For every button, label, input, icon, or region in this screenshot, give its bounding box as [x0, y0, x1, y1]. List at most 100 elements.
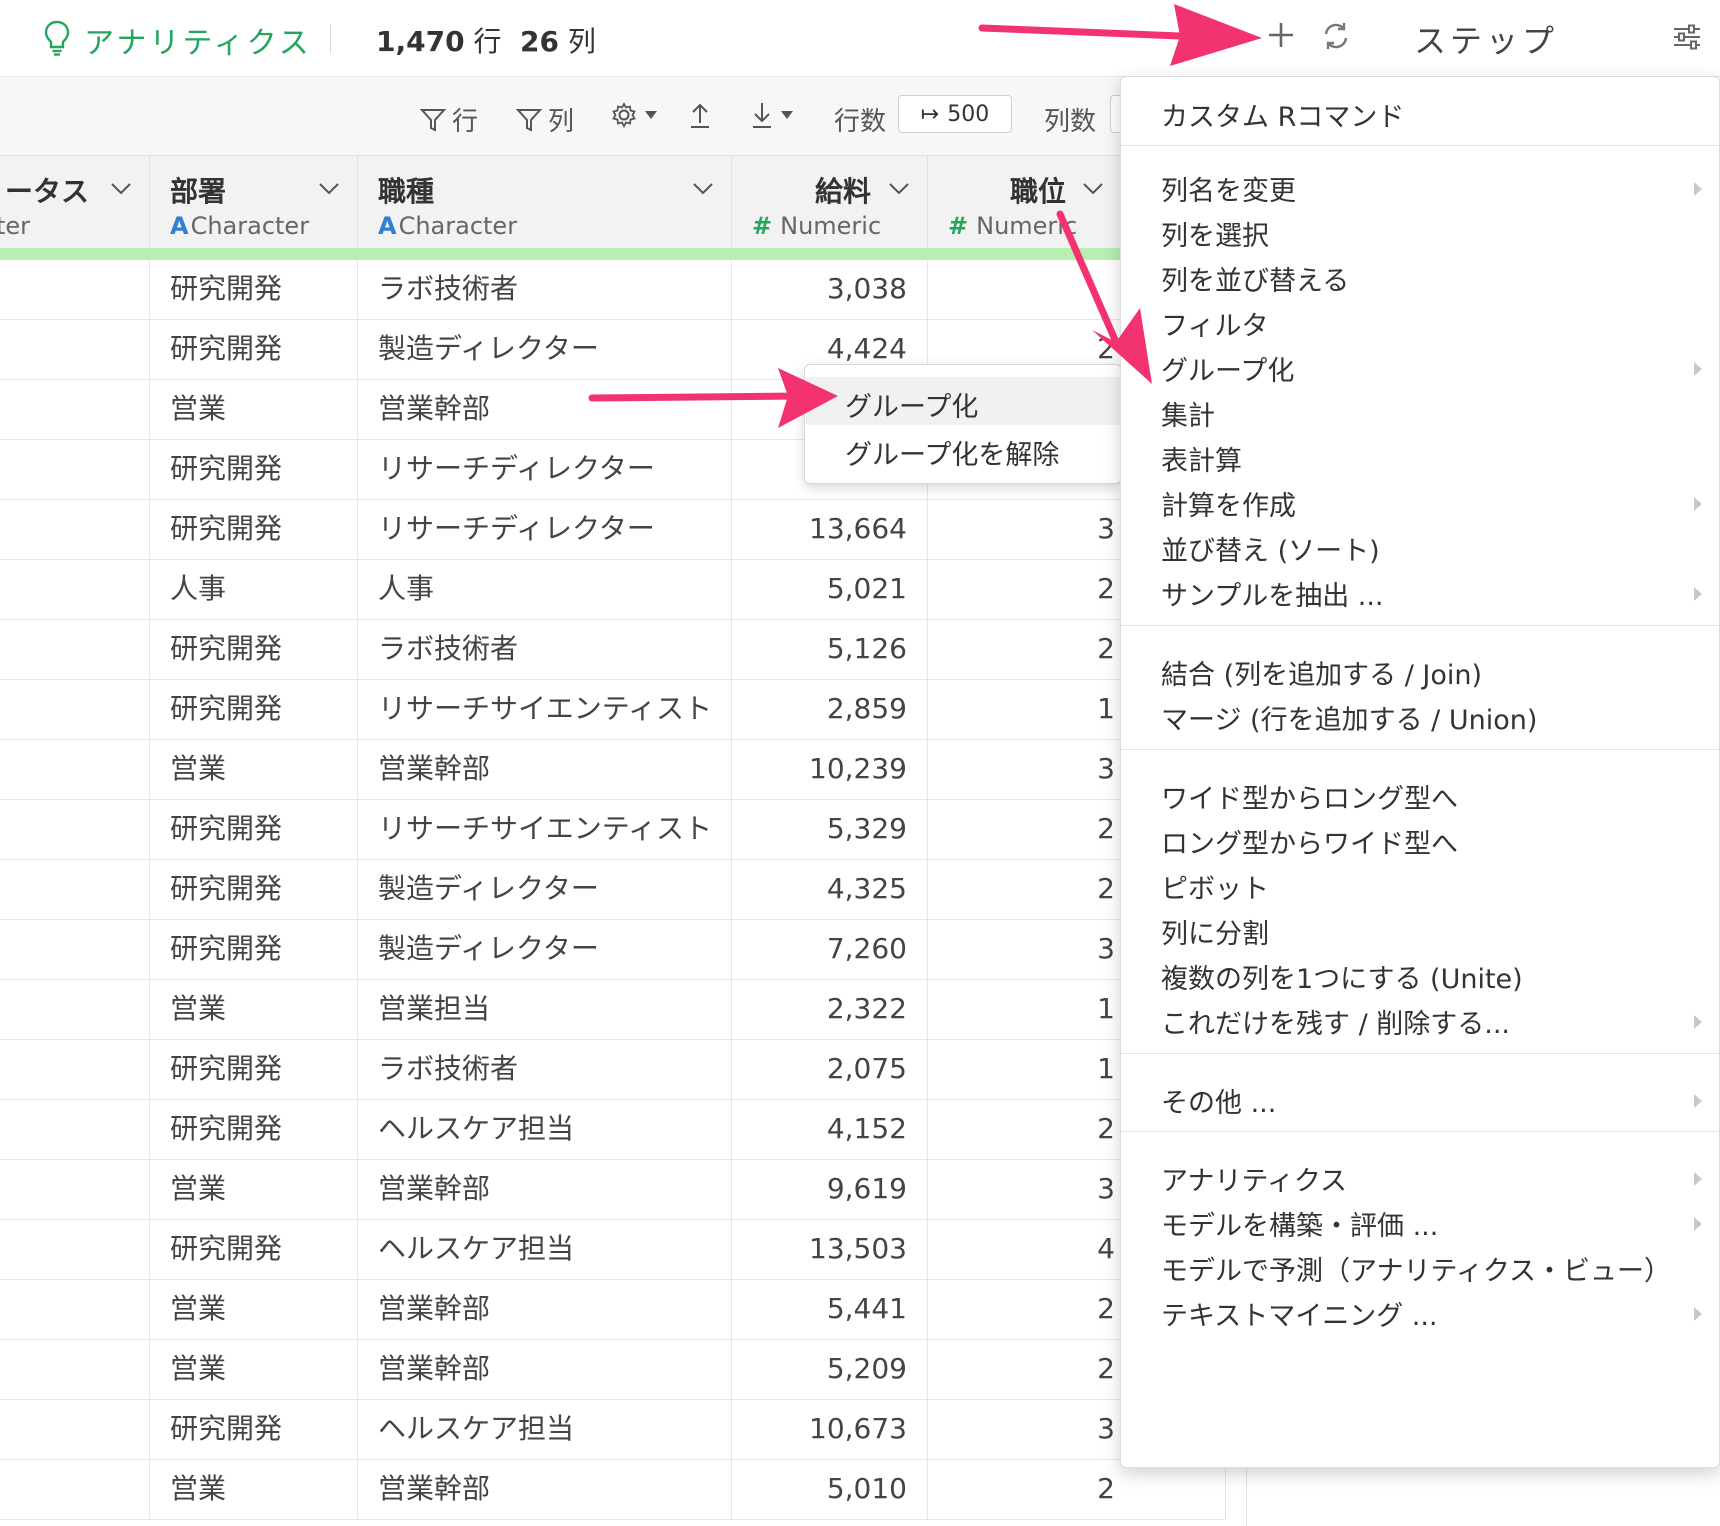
- cell-department[interactable]: 営業: [150, 1340, 358, 1400]
- cell-salary[interactable]: 9,619: [732, 1160, 928, 1220]
- cell-department[interactable]: 研究開発: [150, 1100, 358, 1160]
- settings-dropdown-button[interactable]: [610, 101, 658, 129]
- cell-job[interactable]: 人事: [358, 560, 732, 620]
- cell-salary[interactable]: 5,209: [732, 1340, 928, 1400]
- menu-item-20[interactable]: その他 ...: [1161, 1081, 1276, 1120]
- cell-status[interactable]: [0, 1100, 150, 1160]
- cell-salary[interactable]: 7,260: [732, 920, 928, 980]
- upload-button[interactable]: [688, 101, 712, 129]
- column-header-status[interactable]: ータス ter: [0, 156, 150, 248]
- cell-salary[interactable]: 5,126: [732, 620, 928, 680]
- cell-status[interactable]: [0, 380, 150, 440]
- cell-job[interactable]: ヘルスケア担当: [358, 1400, 732, 1460]
- cell-job[interactable]: リサーチサイエンティスト: [358, 800, 732, 860]
- menu-item-13[interactable]: マージ (行を追加する / Union): [1161, 698, 1537, 737]
- cell-job[interactable]: リサーチサイエンティスト: [358, 680, 732, 740]
- cell-department[interactable]: 研究開発: [150, 1220, 358, 1280]
- cell-status[interactable]: [0, 980, 150, 1040]
- cell-status[interactable]: [0, 500, 150, 560]
- cell-salary[interactable]: 10,239: [732, 740, 928, 800]
- cell-status[interactable]: [0, 1040, 150, 1100]
- cell-job[interactable]: 営業幹部: [358, 380, 732, 440]
- cell-status[interactable]: [0, 680, 150, 740]
- cell-status[interactable]: [0, 1340, 150, 1400]
- cell-department[interactable]: 研究開発: [150, 920, 358, 980]
- menu-item-12[interactable]: 結合 (列を追加する / Join): [1161, 653, 1482, 692]
- cell-job[interactable]: リサーチディレクター: [358, 440, 732, 500]
- menu-item-9[interactable]: 計算を作成: [1161, 484, 1296, 523]
- cell-job[interactable]: 製造ディレクター: [358, 320, 732, 380]
- chevron-down-icon[interactable]: [318, 182, 340, 196]
- cell-department[interactable]: 営業: [150, 380, 358, 440]
- cell-job[interactable]: 製造ディレクター: [358, 860, 732, 920]
- cell-department[interactable]: 営業: [150, 980, 358, 1040]
- menu-item-2[interactable]: 列名を変更: [1161, 169, 1296, 208]
- filter-columns-button[interactable]: 列: [516, 101, 574, 138]
- menu-item-17[interactable]: 列に分割: [1161, 912, 1269, 951]
- cell-salary[interactable]: 2,322: [732, 980, 928, 1040]
- filter-rows-button[interactable]: 行: [420, 101, 478, 138]
- cell-department[interactable]: 研究開発: [150, 260, 358, 320]
- plus-icon[interactable]: [1266, 20, 1296, 50]
- cell-job[interactable]: 営業担当: [358, 980, 732, 1040]
- cell-salary[interactable]: 5,441: [732, 1280, 928, 1340]
- cell-salary[interactable]: 3,038: [732, 260, 928, 320]
- cell-department[interactable]: 研究開発: [150, 1400, 358, 1460]
- cell-status[interactable]: [0, 260, 150, 320]
- cell-department[interactable]: 研究開発: [150, 500, 358, 560]
- chevron-down-icon[interactable]: [692, 182, 714, 196]
- cell-job[interactable]: ラボ技術者: [358, 620, 732, 680]
- cell-department[interactable]: 人事: [150, 560, 358, 620]
- cell-status[interactable]: [0, 800, 150, 860]
- cell-status[interactable]: [0, 1400, 150, 1460]
- cell-department[interactable]: 研究開発: [150, 440, 358, 500]
- cell-status[interactable]: [0, 740, 150, 800]
- menu-item-14[interactable]: ワイド型からロング型へ: [1161, 777, 1458, 816]
- cell-status[interactable]: [0, 620, 150, 680]
- cell-department[interactable]: 研究開発: [150, 680, 358, 740]
- menu-item-5[interactable]: フィルタ: [1161, 304, 1268, 343]
- menu-item-18[interactable]: 複数の列を1つにする (Unite): [1161, 957, 1523, 996]
- cell-department[interactable]: 研究開発: [150, 1040, 358, 1100]
- download-dropdown-button[interactable]: [750, 101, 794, 129]
- cell-salary[interactable]: 2,859: [732, 680, 928, 740]
- cell-salary[interactable]: 13,503: [732, 1220, 928, 1280]
- cell-status[interactable]: [0, 320, 150, 380]
- settings-sliders-icon[interactable]: [1672, 22, 1702, 52]
- menu-item-16[interactable]: ピボット: [1161, 867, 1269, 906]
- menu-item-10[interactable]: 並び替え (ソート): [1161, 529, 1380, 568]
- menu-item-23[interactable]: モデルで予測（アナリティクス・ビュー）: [1161, 1249, 1671, 1288]
- chevron-down-icon[interactable]: [110, 182, 132, 196]
- cell-salary[interactable]: 4,325: [732, 860, 928, 920]
- cell-status[interactable]: [0, 1160, 150, 1220]
- chevron-down-icon[interactable]: [1082, 182, 1104, 196]
- cell-department[interactable]: 営業: [150, 740, 358, 800]
- column-header-department[interactable]: 部署 ACharacter: [150, 156, 358, 248]
- menu-item-19[interactable]: これだけを残す / 削除する...: [1161, 1002, 1510, 1041]
- refresh-icon[interactable]: [1320, 20, 1352, 52]
- cell-job[interactable]: 営業幹部: [358, 1160, 732, 1220]
- menu-item-15[interactable]: ロング型からワイド型へ: [1161, 822, 1458, 861]
- cell-job[interactable]: 製造ディレクター: [358, 920, 732, 980]
- cell-job[interactable]: 営業幹部: [358, 1280, 732, 1340]
- menu-item-4[interactable]: 列を並び替える: [1161, 259, 1349, 298]
- cell-job[interactable]: 営業幹部: [358, 1460, 732, 1520]
- menu-item-21[interactable]: アナリティクス: [1161, 1159, 1347, 1198]
- cell-salary[interactable]: 4,152: [732, 1100, 928, 1160]
- cell-salary[interactable]: 2,075: [732, 1040, 928, 1100]
- submenu-item-ungroup[interactable]: グループ化を解除: [845, 433, 1059, 472]
- cell-job[interactable]: ラボ技術者: [358, 1040, 732, 1100]
- cell-job[interactable]: ラボ技術者: [358, 260, 732, 320]
- cell-status[interactable]: [0, 1280, 150, 1340]
- cell-status[interactable]: [0, 1220, 150, 1280]
- app-title[interactable]: アナリティクス: [84, 18, 312, 62]
- cell-department[interactable]: 営業: [150, 1460, 358, 1520]
- rows-limit-input[interactable]: ↦ 500: [898, 95, 1012, 133]
- menu-item-7[interactable]: 集計: [1161, 394, 1215, 433]
- cell-department[interactable]: 研究開発: [150, 860, 358, 920]
- cell-level[interactable]: 2: [928, 1460, 1226, 1520]
- cell-salary[interactable]: 10,673: [732, 1400, 928, 1460]
- cell-job[interactable]: 営業幹部: [358, 740, 732, 800]
- cell-status[interactable]: [0, 560, 150, 620]
- chevron-down-icon[interactable]: [888, 182, 910, 196]
